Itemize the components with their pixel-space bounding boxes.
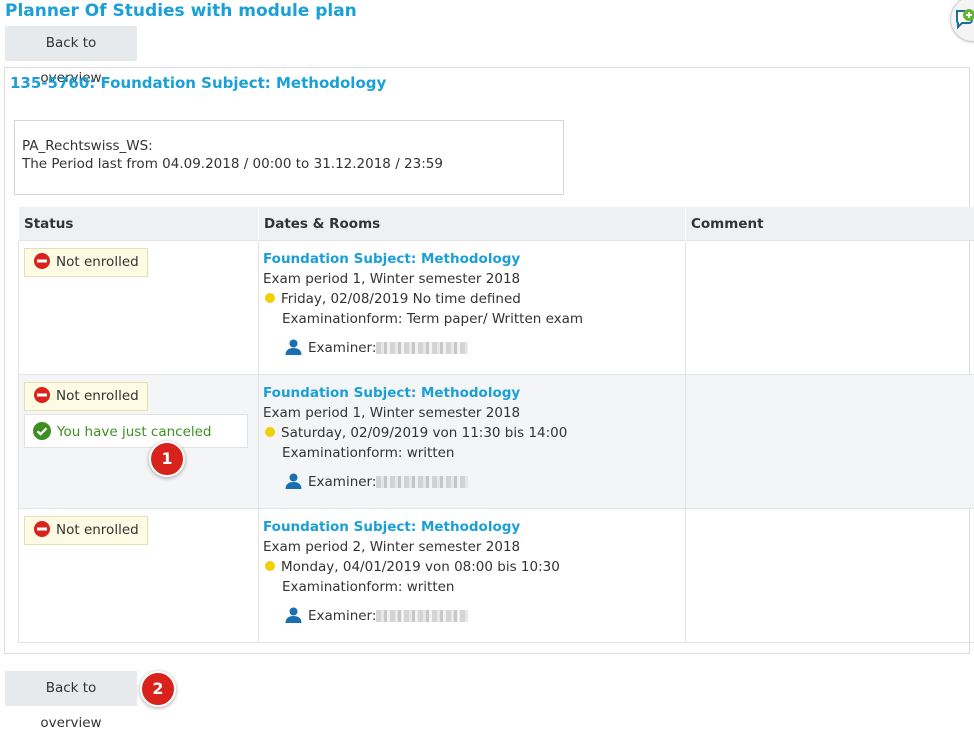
step-marker-1: 1 — [149, 441, 185, 477]
no-entry-icon — [34, 387, 50, 403]
no-entry-icon — [34, 521, 50, 537]
check-circle-icon — [33, 422, 51, 440]
exam-form: Examinationform: written — [263, 443, 685, 463]
examiner-name-redacted — [376, 342, 468, 354]
exam-form: Examinationform: Term paper/ Written exa… — [263, 309, 685, 329]
table-row: Not enrolled You have just canceled 1 Fo… — [19, 375, 974, 509]
dates-cell: Foundation Subject: Methodology Exam per… — [259, 509, 686, 643]
exam-table: Status Dates & Rooms Comment Not enrolle… — [18, 207, 974, 643]
examiner-label: Examiner: — [308, 608, 376, 624]
table-row: Not enrolled Foundation Subject: Methodo… — [19, 509, 974, 643]
dates-cell: Foundation Subject: Methodology Exam per… — [259, 375, 686, 509]
column-header-status: Status — [19, 207, 259, 241]
exam-title-link[interactable]: Foundation Subject: Methodology — [263, 517, 685, 537]
yellow-dot-icon — [265, 293, 275, 303]
examiner-name-redacted — [376, 476, 468, 488]
column-header-dates: Dates & Rooms — [259, 207, 686, 241]
status-cell: Not enrolled — [19, 241, 259, 375]
comment-cell — [686, 241, 974, 375]
status-cell: Not enrolled You have just canceled 1 — [19, 375, 259, 509]
status-text: Not enrolled — [56, 254, 139, 270]
exam-period: Exam period 1, Winter semester 2018 — [263, 269, 685, 289]
comment-cell — [686, 509, 974, 643]
person-icon — [285, 339, 302, 355]
examiner-label: Examiner: — [308, 340, 376, 356]
status-text: Not enrolled — [56, 388, 139, 404]
page-title: Planner Of Studies with module plan — [5, 0, 357, 22]
exam-period: Exam period 2, Winter semester 2018 — [263, 537, 685, 557]
exam-form: Examinationform: written — [263, 577, 685, 597]
person-icon — [285, 473, 302, 489]
comment-cell — [686, 375, 974, 509]
status-badge: Not enrolled — [24, 382, 148, 411]
period-text: The Period last from 04.09.2018 / 00:00 … — [22, 155, 563, 173]
exam-date: Saturday, 02/09/2019 von 11:30 bis 14:00 — [281, 425, 567, 441]
period-info: PA_Rechtswiss_WS: The Period last from 0… — [14, 120, 564, 195]
dates-cell: Foundation Subject: Methodology Exam per… — [259, 241, 686, 375]
step-marker-2: 2 — [140, 671, 176, 707]
back-to-overview-button-bottom[interactable]: Back to overview — [5, 671, 137, 706]
examiner-name-redacted — [376, 610, 468, 622]
exam-title-link[interactable]: Foundation Subject: Methodology — [263, 249, 685, 269]
examiner-label: Examiner: — [308, 474, 376, 490]
status-cell: Not enrolled — [19, 509, 259, 643]
canceled-text: You have just canceled — [57, 424, 212, 440]
exam-date: Monday, 04/01/2019 von 08:00 bis 10:30 — [281, 559, 560, 575]
exam-date: Friday, 02/08/2019 No time defined — [281, 291, 521, 307]
canceled-notice: You have just canceled — [24, 414, 248, 448]
status-badge: Not enrolled — [24, 248, 148, 277]
exam-period: Exam period 1, Winter semester 2018 — [263, 403, 685, 423]
back-to-overview-button[interactable]: Back to overview — [5, 26, 137, 61]
status-text: Not enrolled — [56, 522, 139, 538]
no-entry-icon — [34, 253, 50, 269]
chat-add-icon[interactable] — [950, 0, 974, 42]
yellow-dot-icon — [265, 427, 275, 437]
table-row: Not enrolled Foundation Subject: Methodo… — [19, 241, 974, 375]
exam-title-link[interactable]: Foundation Subject: Methodology — [263, 383, 685, 403]
column-header-comment: Comment — [686, 207, 974, 241]
module-heading[interactable]: 135-5760: Foundation Subject: Methodolog… — [10, 73, 386, 93]
status-badge: Not enrolled — [24, 516, 148, 545]
period-name: PA_Rechtswiss_WS: — [22, 137, 563, 155]
person-icon — [285, 607, 302, 623]
yellow-dot-icon — [265, 561, 275, 571]
